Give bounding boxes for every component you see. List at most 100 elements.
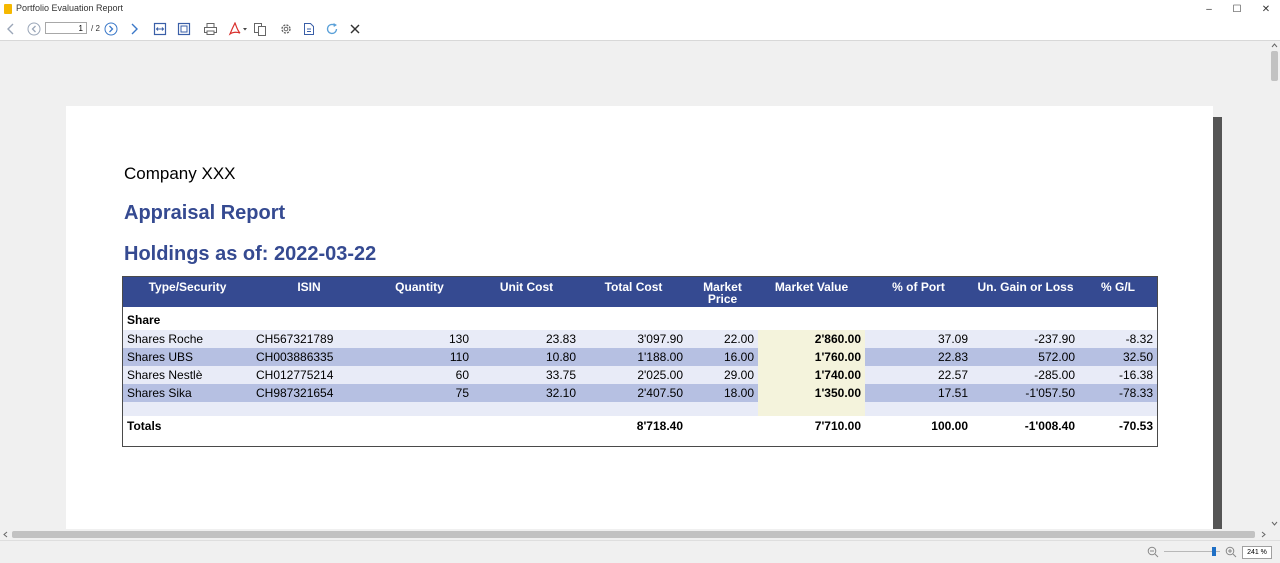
gain-loss-cell: -1'057.50 xyxy=(1025,386,1075,400)
column-header: % of Port xyxy=(892,280,945,294)
market-value-cell: 1'350.00 xyxy=(758,384,865,402)
window-title: Portfolio Evaluation Report xyxy=(16,3,124,13)
pct-gl-total: -70.53 xyxy=(1118,419,1153,433)
unit-cost-cell: 23.83 xyxy=(545,332,576,346)
zoom-slider-handle[interactable] xyxy=(1212,547,1216,556)
app-icon xyxy=(4,4,12,14)
page-number-input[interactable]: 1 xyxy=(45,22,87,34)
quantity-cell: 60 xyxy=(455,368,469,382)
column-header: Market Price xyxy=(703,280,742,306)
column-header: Quantity xyxy=(395,280,444,294)
status-bar: 241 % xyxy=(0,540,1280,563)
holdings-table: Type/Security ISIN Quantity Unit Cost To… xyxy=(122,276,1158,447)
fit-width-icon[interactable] xyxy=(152,20,168,38)
totals-row: Totals 8'718.40 7'710.00 100.00 -1'008.4… xyxy=(123,416,1157,446)
fit-page-icon[interactable] xyxy=(176,20,192,38)
scroll-left-icon[interactable] xyxy=(2,531,8,538)
table-row: Shares Roche CH567321789 130 23.83 3'097… xyxy=(123,330,1157,348)
gain-loss-total: -1'008.40 xyxy=(1024,419,1075,433)
gain-loss-cell: 572.00 xyxy=(1038,350,1075,364)
title-bar: Portfolio Evaluation Report – ☐ ✕ xyxy=(0,0,1280,18)
forward-arrow-icon[interactable] xyxy=(127,20,141,38)
column-header: Total Cost xyxy=(604,280,663,294)
market-value-cell: 1'740.00 xyxy=(758,366,865,384)
scroll-right-icon[interactable] xyxy=(1261,531,1267,538)
pct-port-cell: 22.57 xyxy=(937,368,968,382)
scroll-down-icon[interactable] xyxy=(1271,521,1278,527)
pct-port-cell: 22.83 xyxy=(937,350,968,364)
holdings-date-heading: Holdings as of: 2022-03-22 xyxy=(124,243,377,265)
column-header: Type/Security xyxy=(148,280,227,294)
security-cell: Shares Sika xyxy=(127,386,192,400)
security-cell: Shares UBS xyxy=(127,350,194,364)
column-header: Un. Gain or Loss xyxy=(977,280,1074,294)
back-arrow-icon[interactable] xyxy=(4,20,18,38)
previous-page-icon[interactable] xyxy=(26,20,42,38)
quantity-cell: 75 xyxy=(455,386,469,400)
vertical-scrollbar[interactable] xyxy=(1269,41,1280,529)
column-header: ISIN xyxy=(297,280,321,294)
quantity-cell: 110 xyxy=(449,350,469,364)
total-cost-cell: 3'097.90 xyxy=(637,332,683,346)
security-cell: Shares Roche xyxy=(127,332,204,346)
unit-cost-cell: 32.10 xyxy=(545,386,576,400)
isin-cell: CH567321789 xyxy=(256,332,334,346)
pct-gl-cell: -8.32 xyxy=(1125,332,1153,346)
gain-loss-cell: -285.00 xyxy=(1034,368,1075,382)
toolbar: 1 / 2 xyxy=(0,18,1280,41)
total-cost-cell: 2'025.00 xyxy=(637,368,683,382)
report-title: Appraisal Report xyxy=(124,202,286,224)
market-price-cell: 18.00 xyxy=(723,386,754,400)
document-viewer: Company XXX Appraisal Report Holdings as… xyxy=(0,41,1269,529)
close-report-icon[interactable] xyxy=(348,20,362,38)
market-value-cell: 2'860.00 xyxy=(758,330,865,348)
total-cost-total: 8'718.40 xyxy=(636,419,683,433)
close-window-button[interactable]: ✕ xyxy=(1251,0,1280,18)
unit-cost-cell: 10.80 xyxy=(545,350,576,364)
pct-port-cell: 37.09 xyxy=(937,332,968,346)
next-page-icon[interactable] xyxy=(103,20,119,38)
refresh-icon[interactable] xyxy=(324,20,340,38)
total-cost-cell: 2'407.50 xyxy=(637,386,683,400)
market-value-total: 7'710.00 xyxy=(814,419,861,433)
zoom-in-icon[interactable] xyxy=(1225,546,1237,558)
pct-gl-cell: -16.38 xyxy=(1118,368,1153,382)
table-row: Shares UBS CH003886335 110 10.80 1'188.0… xyxy=(123,348,1157,366)
column-header: Unit Cost xyxy=(499,280,554,294)
unit-cost-cell: 33.75 xyxy=(545,368,576,382)
isin-cell: CH012775214 xyxy=(256,368,334,382)
zoom-level[interactable]: 241 % xyxy=(1242,546,1272,559)
market-price-cell: 22.00 xyxy=(723,332,754,346)
horizontal-scroll-thumb[interactable] xyxy=(12,531,1255,538)
totals-label: Totals xyxy=(127,419,162,433)
settings-icon[interactable] xyxy=(278,20,294,38)
pct-gl-cell: -78.33 xyxy=(1118,386,1153,400)
maximize-button[interactable]: ☐ xyxy=(1222,0,1252,18)
table-row: Shares Nestlè CH012775214 60 33.75 2'025… xyxy=(123,366,1157,384)
pct-port-cell: 17.51 xyxy=(937,386,968,400)
document-properties-icon[interactable] xyxy=(302,20,316,38)
quantity-cell: 130 xyxy=(448,332,469,346)
pct-port-total: 100.00 xyxy=(931,419,968,433)
total-cost-cell: 1'188.00 xyxy=(637,350,683,364)
report-page: Company XXX Appraisal Report Holdings as… xyxy=(66,106,1213,529)
vertical-scroll-thumb[interactable] xyxy=(1271,51,1278,81)
market-price-cell: 29.00 xyxy=(723,368,754,382)
company-name: Company XXX xyxy=(124,164,236,183)
market-price-cell: 16.00 xyxy=(723,350,754,364)
minimize-button[interactable]: – xyxy=(1194,0,1224,18)
market-value-cell: 1'760.00 xyxy=(758,348,865,366)
gain-loss-cell: -237.90 xyxy=(1034,332,1075,346)
pct-gl-cell: 32.50 xyxy=(1122,350,1153,364)
scroll-up-icon[interactable] xyxy=(1271,42,1278,48)
column-header: % G/L xyxy=(1100,280,1135,294)
table-header: Type/Security ISIN Quantity Unit Cost To… xyxy=(123,277,1157,307)
copy-icon[interactable] xyxy=(252,20,268,38)
horizontal-scrollbar[interactable] xyxy=(0,529,1269,540)
spacer-row xyxy=(123,402,1157,416)
security-cell: Shares Nestlè xyxy=(127,368,203,382)
zoom-out-icon[interactable] xyxy=(1147,546,1159,558)
pdf-export-icon[interactable] xyxy=(226,20,248,38)
table-row: Shares Sika CH987321654 75 32.10 2'407.5… xyxy=(123,384,1157,402)
print-icon[interactable] xyxy=(202,20,218,38)
